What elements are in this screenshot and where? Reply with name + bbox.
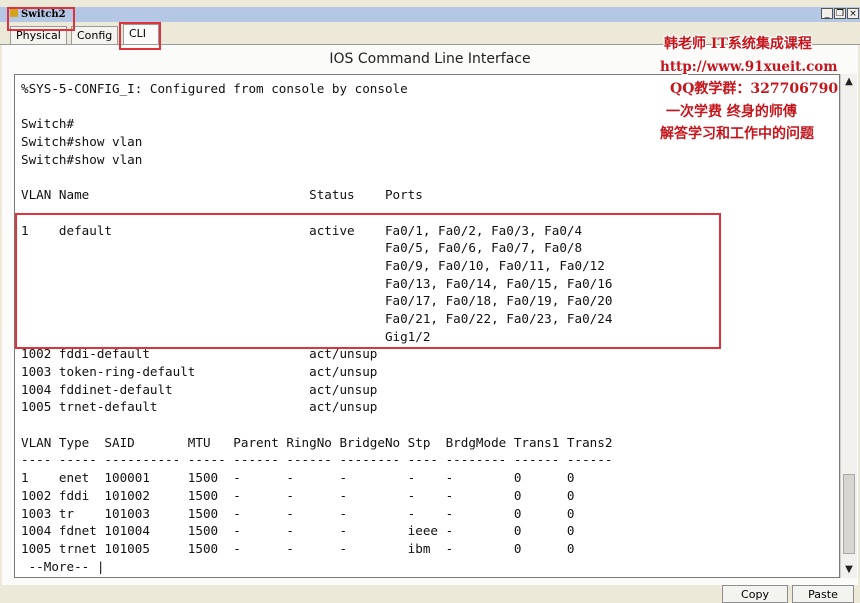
console-line: 1002 fddi-default act/unsup (21, 346, 378, 362)
console-line: ---- ----- ---------- ----- ------ -----… (21, 452, 613, 468)
console-line: Fa0/21, Fa0/22, Fa0/23, Fa0/24 (21, 310, 613, 326)
console-line: Fa0/13, Fa0/14, Fa0/15, Fa0/16 (21, 275, 613, 291)
restore-button[interactable]: ❐ (834, 8, 846, 19)
watermark-line: 解答学习和工作中的问题 (660, 126, 814, 142)
console-line: --More-- | (21, 558, 105, 574)
console-line: ---- -------------------------------- --… (21, 204, 620, 220)
console-line: Switch#show vlan (21, 151, 143, 167)
title-bar: Switch2 _ ❐ × (0, 7, 860, 22)
console-line: 1 enet 100001 1500 - - - - - 0 0 (21, 470, 575, 486)
tab-config[interactable]: Config (71, 26, 118, 44)
console-line: Switch# (21, 116, 75, 132)
console-line: Fa0/9, Fa0/10, Fa0/11, Fa0/12 (21, 257, 605, 273)
cli-console[interactable]: %SYS-5-CONFIG_I: Configured from console… (14, 74, 840, 578)
console-line: 1004 fdnet 101004 1500 - - - ieee - 0 0 (21, 523, 575, 539)
console-output: %SYS-5-CONFIG_I: Configured from console… (21, 80, 620, 575)
watermark-overlay: 韩老师 IT系统集成课程 http://www.91xueit.com QQ教学… (660, 33, 850, 146)
console-line: 1 default active Fa0/1, Fa0/2, Fa0/3, Fa… (21, 222, 583, 238)
console-line: Gig1/2 (21, 328, 431, 344)
tab-physical[interactable]: Physical (10, 26, 67, 44)
scroll-down-icon[interactable]: ▼ (841, 562, 857, 578)
watermark-line: http://www.91xueit.com (660, 58, 838, 75)
window-controls: _ ❐ × (821, 8, 859, 20)
console-scrollbar[interactable]: ▲ ▼ (840, 74, 857, 578)
watermark-line: QQ教学群：327706790 (670, 81, 839, 97)
footer-bar: Copy Paste (0, 585, 860, 603)
minimize-button[interactable]: _ (821, 8, 833, 19)
scrollbar-thumb[interactable] (843, 474, 855, 554)
console-line: Switch#show vlan (21, 134, 143, 150)
close-button[interactable]: × (847, 8, 859, 19)
console-line: 1005 trnet-default act/unsup (21, 399, 378, 415)
watermark-line: 韩老师 IT系统集成课程 (664, 36, 812, 52)
window-title: Switch2 (21, 9, 66, 20)
console-line: 1005 trnet 101005 1500 - - - ibm - 0 0 (21, 540, 575, 556)
console-line: VLAN Type SAID MTU Parent RingNo BridgeN… (21, 434, 613, 450)
app-icon (10, 9, 18, 17)
copy-button[interactable]: Copy (722, 585, 788, 603)
console-line: Fa0/17, Fa0/18, Fa0/19, Fa0/20 (21, 293, 613, 309)
tab-cli[interactable]: CLI (123, 24, 159, 45)
watermark-line: 一次学费 终身的师傅 (666, 103, 797, 120)
console-line: 1003 token-ring-default act/unsup (21, 364, 378, 379)
paste-button[interactable]: Paste (792, 585, 854, 603)
console-line: %SYS-5-CONFIG_I: Configured from console… (21, 81, 408, 96)
console-line: 1004 fddinet-default act/unsup (21, 381, 378, 397)
console-line: 1002 fddi 101002 1500 - - - - - 0 0 (21, 487, 575, 503)
console-line: VLAN Name Status Ports (21, 187, 423, 203)
console-line: Fa0/5, Fa0/6, Fa0/7, Fa0/8 (21, 240, 583, 256)
console-line: 1003 tr 101003 1500 - - - - - 0 0 (21, 505, 575, 521)
